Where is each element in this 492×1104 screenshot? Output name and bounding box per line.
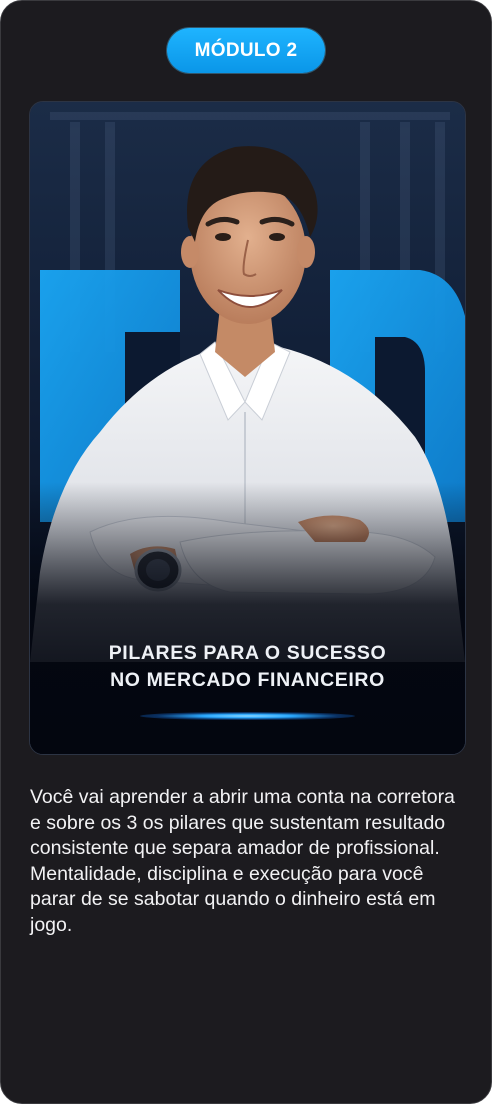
thumbnail-title-line-1: PILARES PARA O SUCESSO — [108, 642, 387, 664]
thumbnail-title: PILARES PARA O SUCESSO NO MERCADO FINANC… — [30, 640, 465, 694]
glow-divider — [140, 712, 355, 720]
module-description: Você vai aprender a abrir uma conta na c… — [30, 786, 455, 936]
module-thumbnail[interactable]: PILARES PARA O SUCESSO NO MERCADO FINANC… — [29, 101, 466, 755]
module-badge: MÓDULO 2 — [167, 28, 325, 73]
module-card: MÓDULO 2 PILARES PARA O SUCESSO NO MERCA… — [0, 0, 492, 1104]
thumbnail-title-line-2: NO MERCADO FINANCEIRO — [110, 669, 385, 691]
